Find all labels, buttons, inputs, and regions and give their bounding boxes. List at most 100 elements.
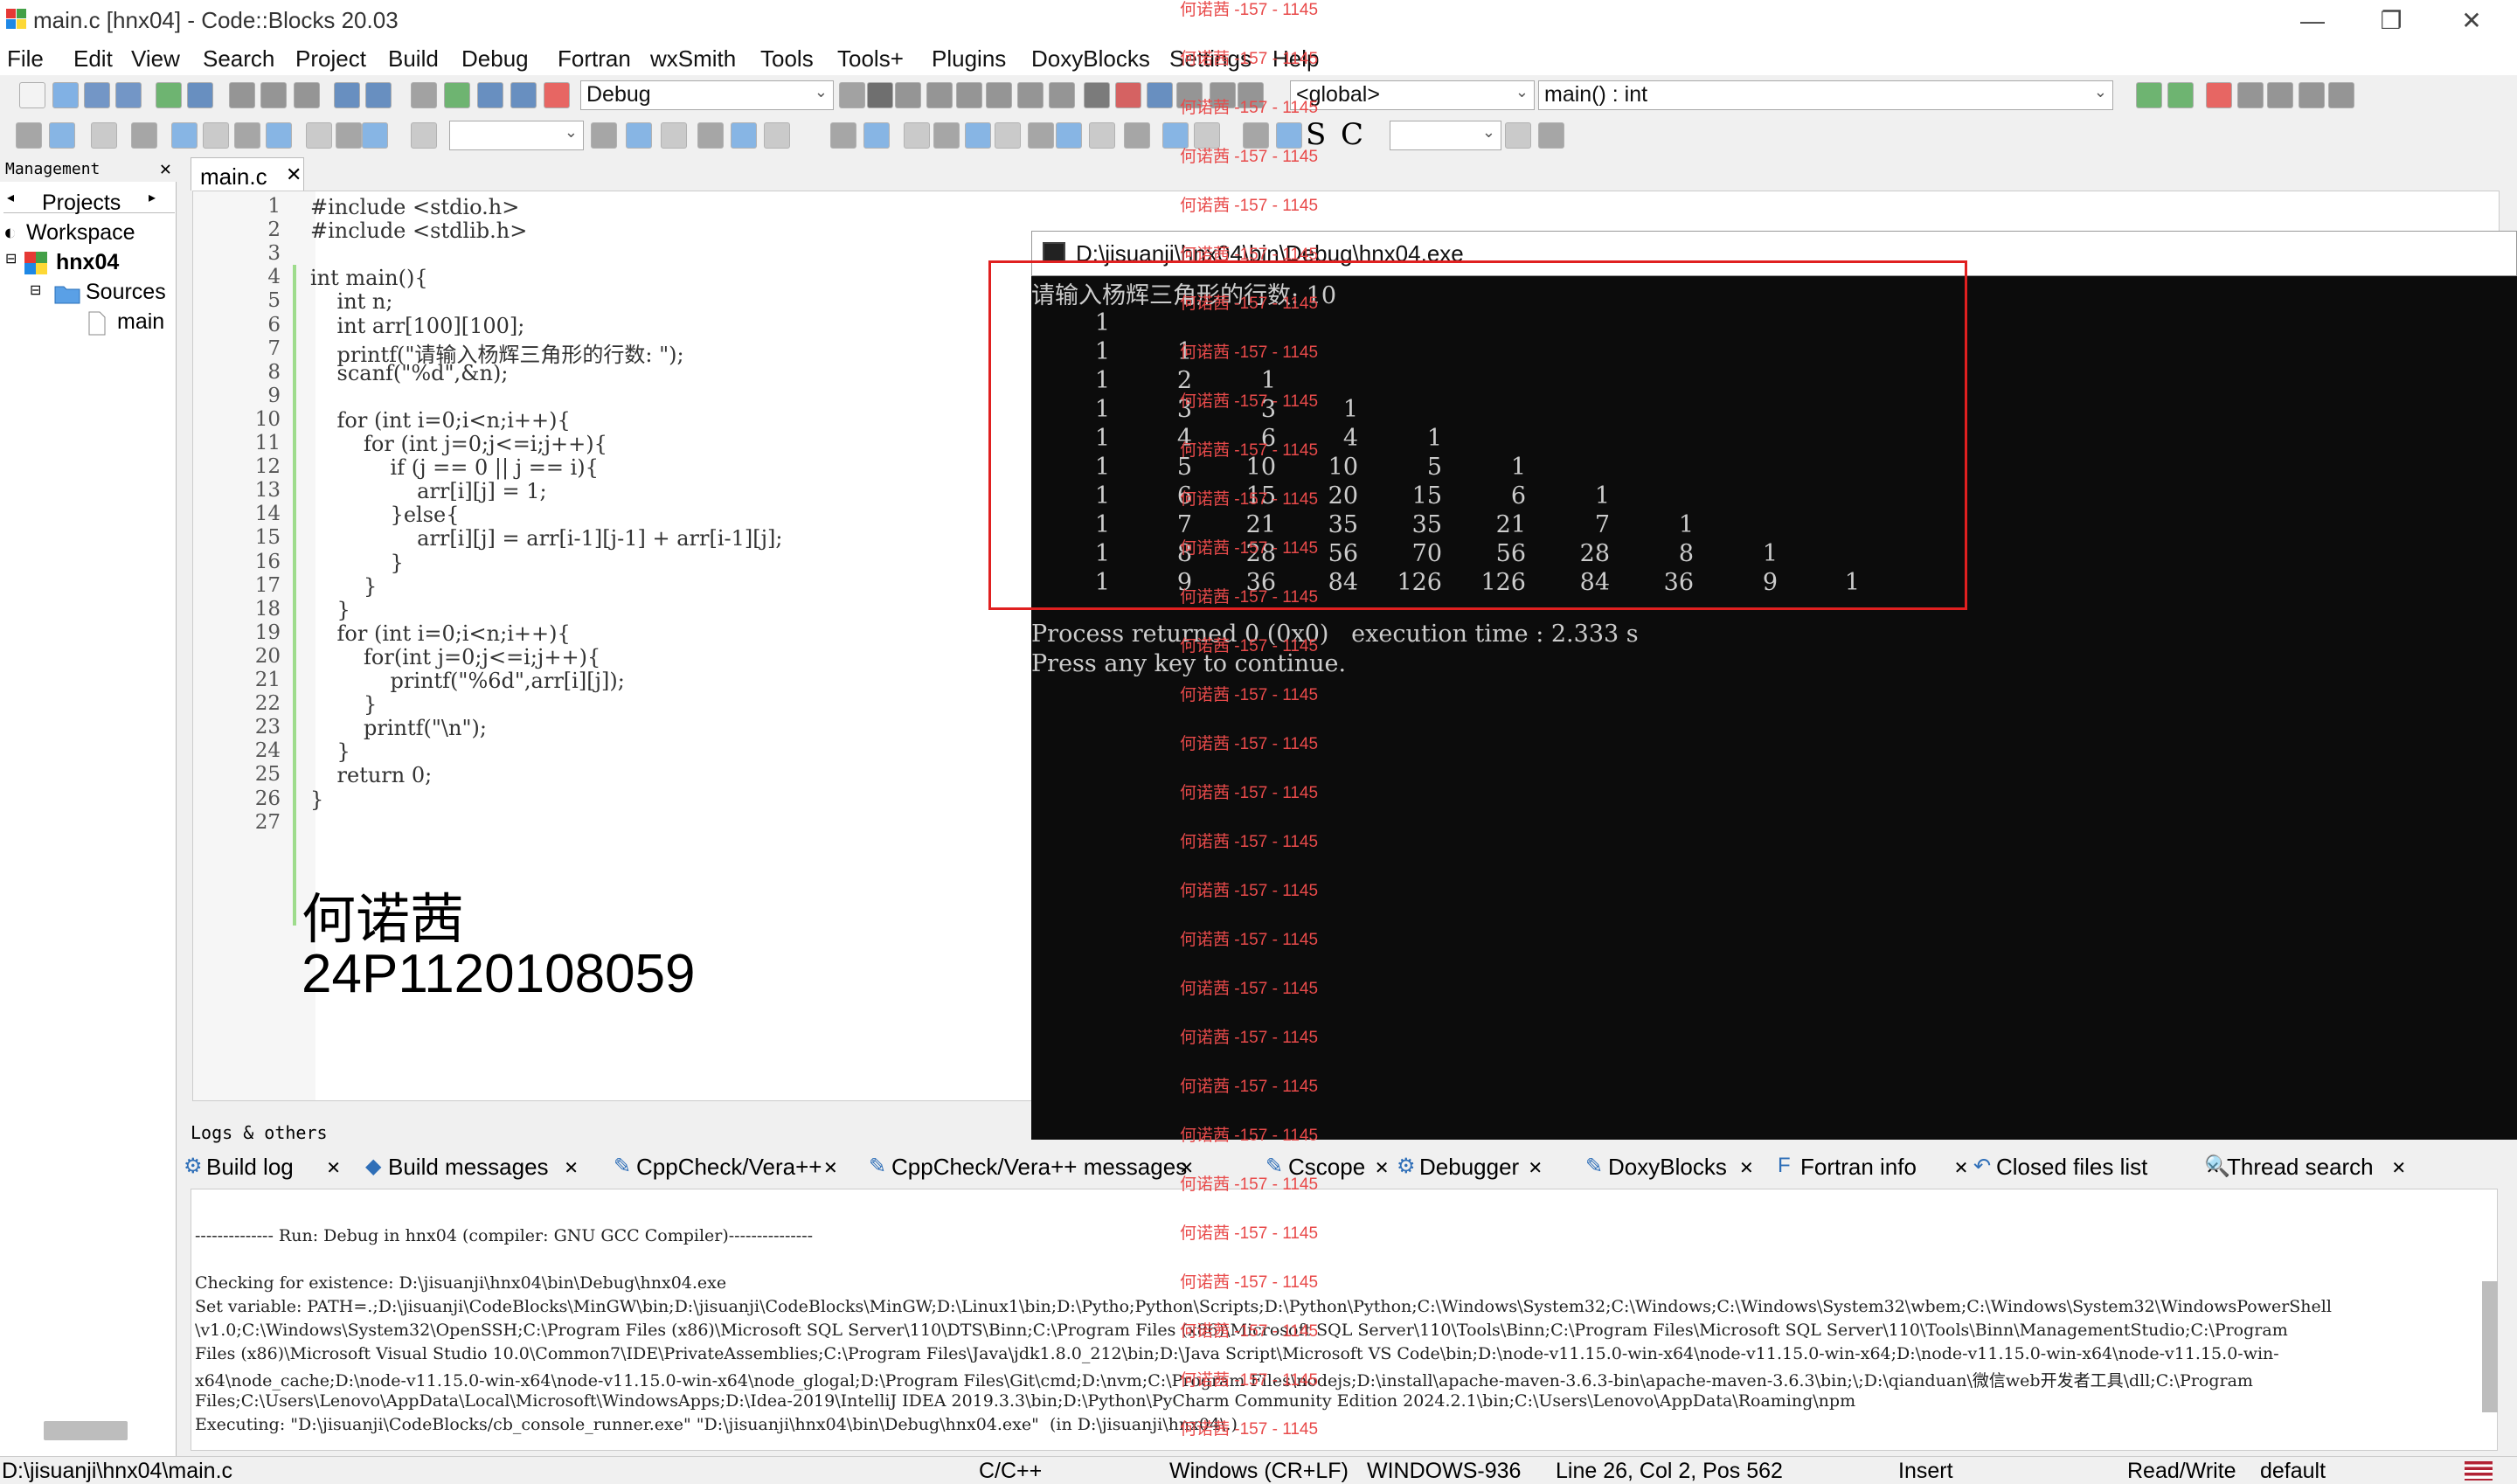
menu-tools[interactable]: Tools — [760, 45, 814, 73]
toolbar-icon[interactable] — [1017, 82, 1044, 108]
management-scrollbar[interactable] — [44, 1421, 128, 1440]
log-tab-debugger[interactable]: Debugger — [1419, 1154, 1519, 1181]
toolbar-icon[interactable] — [1538, 122, 1564, 149]
toolbar-icon[interactable] — [863, 122, 890, 149]
log-tab-doxyblocks[interactable]: DoxyBlocks — [1608, 1154, 1727, 1181]
toolbar-icon[interactable] — [830, 122, 856, 149]
close-icon[interactable]: ✕ — [1954, 1157, 1969, 1179]
toolbar-icon[interactable] — [203, 122, 229, 149]
toolbar-icon[interactable] — [1084, 82, 1110, 108]
toolbar-icon[interactable] — [334, 82, 360, 108]
minimize-button[interactable]: — — [2286, 3, 2339, 38]
toolbar-icon[interactable] — [411, 82, 437, 108]
toolbar-icon[interactable] — [260, 82, 287, 108]
toolbar-icon[interactable] — [544, 82, 570, 108]
tab-right-icon[interactable]: ▸ — [149, 189, 156, 206]
tab-left-icon[interactable]: ◂ — [7, 189, 14, 206]
toolbar-icon[interactable] — [965, 122, 991, 149]
log-tab-cppcheck-vera-messages[interactable]: CppCheck/Vera++ messages — [891, 1154, 1187, 1181]
tree-file-main[interactable]: main — [117, 309, 164, 335]
close-icon[interactable]: ✕ — [1528, 1157, 1543, 1179]
toolbar-icon[interactable] — [1147, 82, 1173, 108]
toolbar-icon[interactable] — [2167, 82, 2194, 108]
close-icon[interactable]: ✕ — [823, 1157, 838, 1179]
close-icon[interactable]: ✕ — [2391, 1157, 2406, 1179]
function-select[interactable]: main() : int ⌄ — [1538, 80, 2113, 110]
close-icon[interactable]: ✕ — [160, 157, 171, 182]
toolbar-icon[interactable] — [867, 82, 893, 108]
toolbar-icon[interactable] — [115, 82, 142, 108]
toolbar-icon[interactable] — [171, 122, 198, 149]
tree-project[interactable]: hnx04 — [56, 250, 119, 275]
menu-doxyblocks[interactable]: DoxyBlocks — [1031, 45, 1150, 73]
toolbar-icon[interactable] — [411, 122, 437, 149]
close-icon[interactable]: ✕ — [1739, 1157, 1754, 1179]
toolbar-icon[interactable] — [306, 122, 332, 149]
tab-projects[interactable]: Projects — [42, 191, 121, 216]
close-icon[interactable]: ✕ — [286, 163, 302, 186]
toolbar-icon[interactable] — [933, 122, 960, 149]
toolbar-icon[interactable] — [131, 122, 157, 149]
log-scrollbar[interactable] — [2482, 1281, 2498, 1412]
toolbar-icon[interactable] — [2328, 82, 2354, 108]
log-tab-build-log[interactable]: Build log — [206, 1154, 294, 1181]
restore-button[interactable]: ❐ — [2365, 3, 2417, 38]
log-tab-thread-search[interactable]: Thread search — [2227, 1154, 2374, 1181]
editor-tab-main[interactable]: main.c ✕ — [191, 157, 304, 191]
menu-build[interactable]: Build — [388, 45, 439, 73]
toolbar-icon[interactable] — [995, 122, 1021, 149]
toolbar-icon[interactable] — [904, 122, 930, 149]
toolbar-icon[interactable] — [926, 82, 953, 108]
toolbar-icon[interactable] — [1089, 122, 1115, 149]
close-window-button[interactable]: ✕ — [2445, 3, 2498, 38]
menu-tools-[interactable]: Tools+ — [837, 45, 904, 73]
toolbar-icon[interactable] — [91, 122, 117, 149]
menu-edit[interactable]: Edit — [73, 45, 113, 73]
toolbar-icon[interactable] — [591, 122, 617, 149]
scope-select[interactable]: <global> ⌄ — [1290, 80, 1535, 110]
toolbar-icon[interactable] — [477, 82, 503, 108]
toolbar-icon[interactable] — [697, 122, 724, 149]
toolbar-icon[interactable] — [84, 82, 110, 108]
toolbar-icon[interactable] — [234, 122, 260, 149]
toolbar-icon[interactable] — [294, 82, 320, 108]
toolbar-icon[interactable] — [839, 82, 865, 108]
toolbar-icon[interactable] — [336, 122, 362, 149]
toolbar-icon[interactable] — [362, 122, 388, 149]
log-tab-build-messages[interactable]: Build messages — [388, 1154, 549, 1181]
toolbar-icon[interactable] — [986, 82, 1012, 108]
log-tab-cppcheck-vera-[interactable]: CppCheck/Vera++ — [636, 1154, 822, 1181]
toolbar-icon[interactable] — [956, 82, 982, 108]
toolbar-icon[interactable] — [52, 82, 79, 108]
build-log-panel[interactable]: -------------- Run: Debug in hnx04 (comp… — [191, 1189, 2498, 1451]
menu-fortran[interactable]: Fortran — [558, 45, 631, 73]
close-icon[interactable]: ✕ — [564, 1157, 579, 1179]
toolbar-icon[interactable] — [2136, 82, 2162, 108]
toolbar-icon[interactable] — [1124, 122, 1150, 149]
toolbar-icon[interactable] — [731, 122, 757, 149]
close-icon[interactable]: ✕ — [1375, 1157, 1390, 1179]
log-tab-fortran-info[interactable]: Fortran info — [1800, 1154, 1917, 1181]
toolbar-icon[interactable] — [2267, 82, 2293, 108]
menu-view[interactable]: View — [131, 45, 180, 73]
toolbar-icon[interactable] — [1115, 82, 1141, 108]
build-target-select[interactable]: Debug ⌄ — [580, 80, 834, 110]
c-button[interactable]: C — [1341, 117, 1363, 152]
toolbar-icon[interactable] — [2206, 82, 2232, 108]
tree-workspace[interactable]: Workspace — [26, 220, 135, 246]
menu-file[interactable]: File — [7, 45, 44, 73]
toolbar-icon[interactable] — [510, 82, 537, 108]
toolbar-icon[interactable] — [1049, 82, 1075, 108]
toolbar-icon[interactable] — [49, 122, 75, 149]
toolbar-icon[interactable] — [266, 122, 292, 149]
toolbar-icon[interactable] — [156, 82, 182, 108]
toolbar-icon[interactable] — [187, 82, 213, 108]
toolbar-icon[interactable] — [764, 122, 790, 149]
menu-debug[interactable]: Debug — [461, 45, 529, 73]
menu-search[interactable]: Search — [203, 45, 274, 73]
toolbar-icon[interactable] — [1056, 122, 1082, 149]
toolbar-icon[interactable] — [626, 122, 652, 149]
menu-wxsmith[interactable]: wxSmith — [650, 45, 736, 73]
search-combo[interactable]: ⌄ — [449, 121, 584, 150]
log-tab-closed-files-list[interactable]: Closed files list — [1996, 1154, 2147, 1181]
